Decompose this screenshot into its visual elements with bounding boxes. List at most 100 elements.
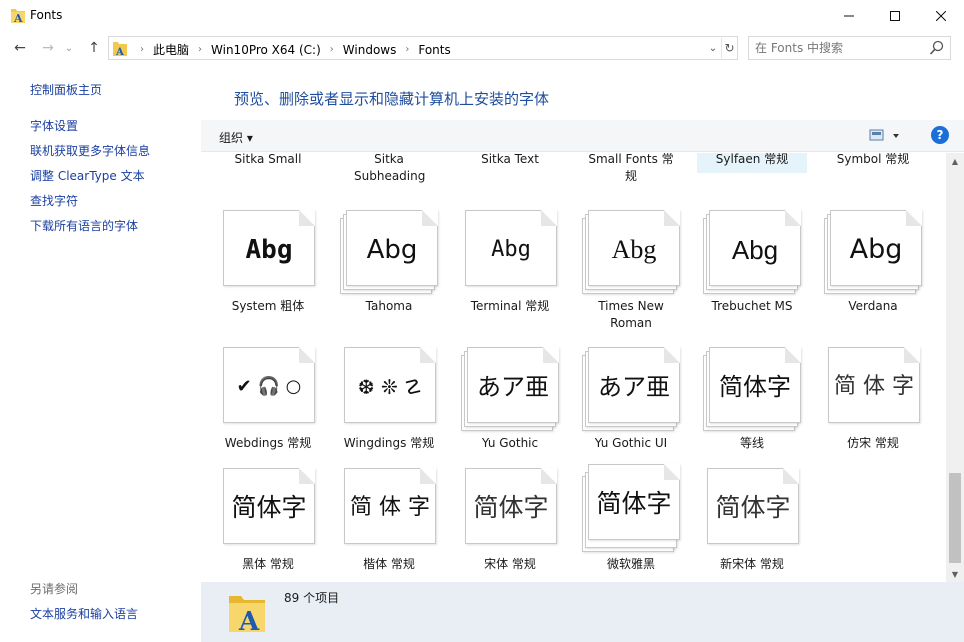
font-name: Webdings 常规 bbox=[224, 436, 312, 450]
view-options-button[interactable] bbox=[869, 128, 905, 144]
control-panel-home-link[interactable]: 控制面板主页 bbox=[30, 81, 102, 98]
font-name: 黑体 常规 bbox=[242, 557, 294, 571]
cleartype-link[interactable]: 调整 ClearType 文本 bbox=[30, 167, 145, 184]
font-name: Terminal 常规 bbox=[470, 299, 550, 313]
arrow-right-icon: → bbox=[42, 40, 54, 56]
font-item-label-wrap: Small Fonts 常规 bbox=[576, 153, 686, 185]
breadcrumb-item[interactable]: Windows bbox=[343, 43, 397, 57]
font-item-trebuchet-ms[interactable]: Abg Trebuchet MS bbox=[697, 208, 807, 315]
font-settings-link[interactable]: 字体设置 bbox=[30, 117, 78, 134]
up-button[interactable]: ↑ bbox=[84, 38, 104, 58]
font-item-yu-gothic-ui[interactable]: あア亜 Yu Gothic UI bbox=[576, 345, 686, 452]
minimize-button[interactable] bbox=[826, 0, 872, 32]
title-bar: A Fonts bbox=[0, 0, 964, 32]
font-thumbnail: 简体字 bbox=[702, 466, 802, 550]
search-box[interactable] bbox=[748, 36, 951, 60]
page-fold bbox=[543, 347, 559, 363]
font-item-dengxian[interactable]: 简体字 等线 bbox=[697, 345, 807, 452]
chevron-down-icon: ⌄ bbox=[708, 42, 718, 54]
font-name: Sitka Text bbox=[481, 153, 539, 166]
breadcrumb-item[interactable]: Win10Pro X64 (C:) bbox=[211, 43, 321, 57]
fonts-location-icon: A bbox=[113, 42, 127, 56]
scroll-down-button[interactable]: ▼ bbox=[946, 566, 964, 582]
font-item-yu-gothic[interactable]: あア亜 Yu Gothic bbox=[455, 345, 565, 452]
font-item-symbol[interactable]: Symbol 常规 bbox=[818, 153, 928, 168]
address-bar[interactable]: A › 此电脑 › Win10Pro X64 (C:) › Windows › … bbox=[108, 36, 738, 60]
font-item-heiti[interactable]: 简体字 黑体 常规 bbox=[213, 466, 323, 573]
text-services-link[interactable]: 文本服务和输入语言 bbox=[30, 605, 138, 622]
font-page: Abg bbox=[465, 210, 557, 286]
font-sample: Abg bbox=[366, 235, 418, 265]
font-item-wingdings[interactable]: ❆ ❊ ☡ Wingdings 常规 bbox=[334, 345, 444, 452]
font-item-fangsong[interactable]: 简 体 字 仿宋 常规 bbox=[818, 345, 928, 452]
font-item-sitka-small[interactable]: Sitka Small bbox=[213, 153, 323, 168]
font-item-sitka-text[interactable]: Sitka Text bbox=[455, 153, 565, 168]
page-fold bbox=[541, 210, 557, 226]
address-dropdown-button[interactable]: ⌄ bbox=[705, 38, 721, 58]
font-thumbnail: 简 体 字 bbox=[339, 466, 439, 550]
scrollbar-thumb[interactable] bbox=[949, 473, 961, 563]
page-fold bbox=[664, 464, 680, 480]
font-page: Abg bbox=[830, 210, 922, 286]
font-page: あア亜 bbox=[588, 347, 680, 423]
refresh-button[interactable]: ↻ bbox=[721, 38, 737, 58]
font-item-microsoft-yahei[interactable]: 简体字 微软雅黑 bbox=[576, 464, 686, 573]
svg-text:A: A bbox=[115, 47, 124, 56]
recent-locations-button[interactable]: ⌄ bbox=[62, 38, 76, 58]
arrow-up-icon: ↑ bbox=[88, 40, 100, 56]
font-sample: 简 体 字 bbox=[350, 495, 430, 520]
get-more-fonts-link[interactable]: 联机获取更多字体信息 bbox=[30, 142, 150, 159]
font-item-small-fonts[interactable]: Small Fonts 常规 bbox=[576, 153, 686, 185]
font-item-webdings[interactable]: ✔ 🎧 ○ Webdings 常规 bbox=[213, 345, 323, 452]
font-item-songti[interactable]: 简体字 宋体 常规 bbox=[455, 466, 565, 573]
help-icon: ? bbox=[936, 128, 944, 142]
font-item-nsimsun[interactable]: 简体字 新宋体 常规 bbox=[697, 466, 807, 573]
breadcrumb-separator-icon[interactable]: › bbox=[198, 44, 202, 55]
font-sample: あア亜 bbox=[598, 373, 670, 401]
font-page: ✔ 🎧 ○ bbox=[223, 347, 315, 423]
font-name: 新宋体 常规 bbox=[720, 557, 784, 571]
font-item-sitka-subheading[interactable]: Sitka Subheading bbox=[334, 153, 444, 185]
address-row: ← → ⌄ ↑ A › 此电脑 › Win10Pro X64 (C:) › Wi… bbox=[0, 32, 964, 64]
breadcrumb-separator-icon[interactable]: › bbox=[140, 44, 144, 55]
font-item-system[interactable]: Abg System 粗体 bbox=[213, 208, 323, 315]
font-item-terminal[interactable]: Abg Terminal 常规 bbox=[455, 208, 565, 315]
font-name: Sitka Small bbox=[234, 153, 302, 166]
help-button[interactable]: ? bbox=[931, 126, 949, 144]
maximize-button[interactable] bbox=[872, 0, 918, 32]
page-fold bbox=[904, 347, 920, 363]
forward-button[interactable]: → bbox=[38, 38, 58, 58]
font-sample: Abg bbox=[491, 237, 531, 262]
font-thumbnail: 简 体 字 bbox=[823, 345, 923, 429]
breadcrumb-separator-icon[interactable]: › bbox=[405, 44, 409, 55]
font-item-tahoma[interactable]: Abg Tahoma bbox=[334, 208, 444, 315]
font-sample: 简体字 bbox=[715, 493, 791, 522]
page-fold bbox=[541, 468, 557, 484]
organize-button[interactable]: 组织 ▾ bbox=[219, 129, 253, 146]
search-input[interactable] bbox=[755, 40, 925, 56]
download-fonts-link[interactable]: 下载所有语言的字体 bbox=[30, 217, 138, 234]
page-fold bbox=[785, 347, 801, 363]
find-character-link[interactable]: 查找字符 bbox=[30, 192, 78, 209]
breadcrumb-separator-icon[interactable]: › bbox=[330, 44, 334, 55]
back-button[interactable]: ← bbox=[10, 38, 30, 58]
font-item-sylfaen[interactable]: Sylfaen 常规 bbox=[697, 153, 807, 173]
close-button[interactable] bbox=[918, 0, 964, 32]
font-sample: 简体字 bbox=[719, 373, 791, 401]
left-pane: 控制面板主页 字体设置 联机获取更多字体信息 调整 ClearType 文本 查… bbox=[0, 64, 201, 642]
close-icon bbox=[936, 11, 946, 21]
minimize-icon bbox=[844, 15, 854, 17]
font-item-verdana[interactable]: Abg Verdana bbox=[818, 208, 928, 315]
font-page: Abg bbox=[588, 210, 680, 286]
font-item-label-wrap: Sitka Text bbox=[455, 153, 565, 168]
breadcrumb-item[interactable]: 此电脑 bbox=[153, 41, 189, 58]
font-item-times-new-roman[interactable]: Abg Times New Roman bbox=[576, 208, 686, 332]
svg-text:A: A bbox=[13, 12, 23, 24]
font-item-kaiti[interactable]: 简 体 字 楷体 常规 bbox=[334, 466, 444, 573]
breadcrumb-item[interactable]: Fonts bbox=[418, 43, 450, 57]
font-page: 简 体 字 bbox=[344, 468, 436, 544]
vertical-scrollbar[interactable]: ▲ ▼ bbox=[946, 153, 964, 582]
scroll-up-button[interactable]: ▲ bbox=[946, 153, 964, 169]
font-thumbnail: Abg bbox=[581, 208, 681, 294]
font-name: 微软雅黑 bbox=[606, 557, 655, 571]
